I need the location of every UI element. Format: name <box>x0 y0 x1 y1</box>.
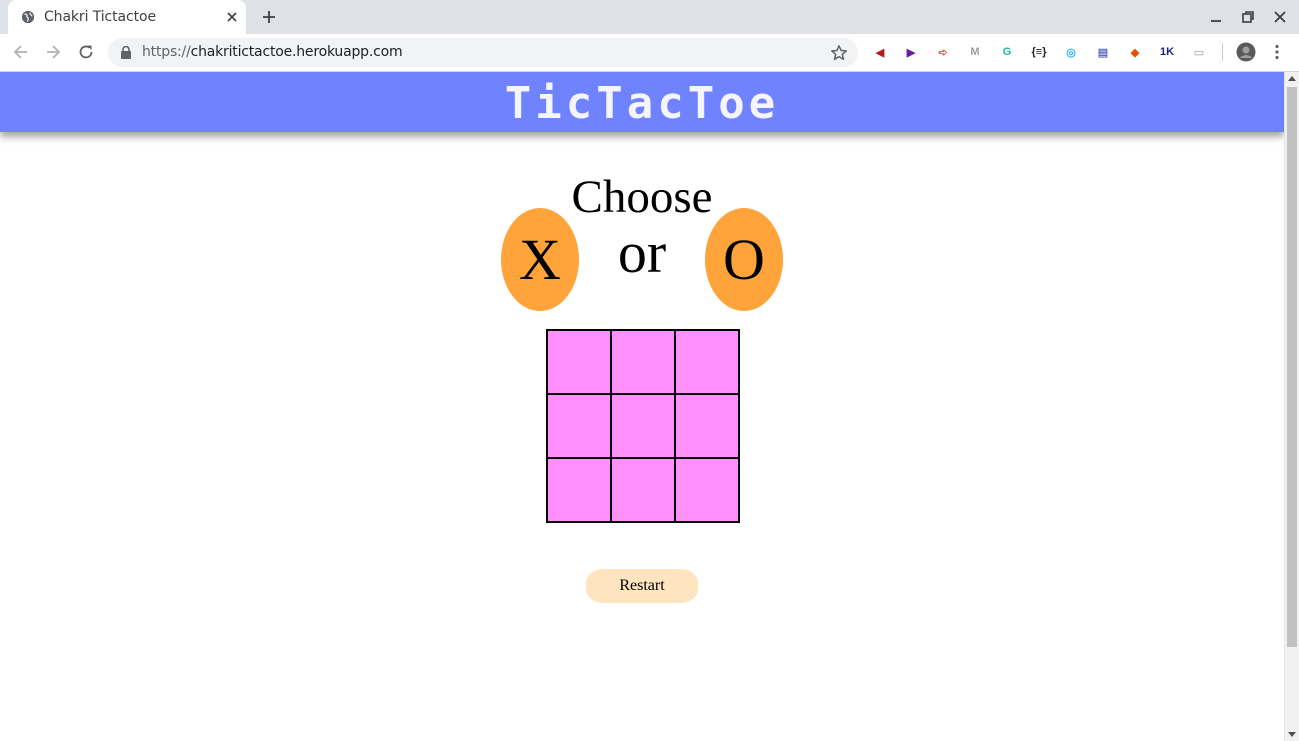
restore-icon[interactable] <box>1240 9 1256 25</box>
close-tab-icon[interactable] <box>224 9 240 25</box>
url-scheme: https:// <box>142 44 191 60</box>
globe-icon <box>21 10 35 24</box>
onek-extension-icon[interactable]: 1K <box>1158 43 1176 61</box>
scroll-thumb[interactable] <box>1287 87 1297 647</box>
board-cell[interactable] <box>547 394 611 458</box>
board-cell[interactable] <box>547 330 611 394</box>
or-label: or <box>617 220 667 285</box>
menu-kebab-icon[interactable] <box>1268 43 1286 61</box>
play-extension-icon[interactable]: ▶ <box>902 43 920 61</box>
audio-extension-icon[interactable]: ◀ <box>871 43 889 61</box>
url-text: https://chakritictactoe.herokuapp.com <box>142 44 403 60</box>
scrollbar[interactable] <box>1284 72 1299 741</box>
cast-extension-icon[interactable]: ➪ <box>934 43 952 61</box>
restart-button[interactable]: Restart <box>586 569 698 603</box>
tab-title: Chakri Tictactoe <box>44 9 156 25</box>
page-viewport: TicTacToe Choose X or O Restart <box>0 72 1284 741</box>
megaphone-extension-icon[interactable]: ◆ <box>1126 43 1144 61</box>
globe-extension-icon[interactable]: ◎ <box>1062 43 1080 61</box>
new-tab-icon[interactable] <box>261 9 277 25</box>
board-cell[interactable] <box>547 458 611 522</box>
browser-tab[interactable]: Chakri Tictactoe <box>8 0 246 34</box>
page-title: TicTacToe <box>504 78 780 129</box>
json-extension-icon[interactable]: {≡} <box>1030 43 1048 61</box>
board-cell[interactable] <box>611 458 675 522</box>
reload-icon[interactable] <box>77 43 95 61</box>
board-cell[interactable] <box>611 394 675 458</box>
minimize-icon[interactable] <box>1208 9 1224 25</box>
note-extension-icon[interactable]: ▤ <box>1094 43 1112 61</box>
page-header: TicTacToe <box>0 72 1284 132</box>
close-window-icon[interactable] <box>1272 9 1288 25</box>
board-cell[interactable] <box>675 330 739 394</box>
choose-label: Choose <box>571 171 713 223</box>
board-cell[interactable] <box>611 330 675 394</box>
back-icon[interactable] <box>12 43 30 61</box>
scroll-up-arrow-icon[interactable] <box>1288 76 1296 81</box>
board-cell[interactable] <box>675 394 739 458</box>
bookmark-star-icon[interactable] <box>830 44 848 62</box>
grammarly-icon[interactable]: G <box>998 43 1016 61</box>
board-cell[interactable] <box>675 458 739 522</box>
address-bar[interactable]: https://chakritictactoe.herokuapp.com <box>108 38 858 67</box>
scroll-down-arrow-icon[interactable] <box>1288 732 1296 737</box>
m-extension-icon[interactable]: M <box>966 43 984 61</box>
blank-extension-icon[interactable]: ▭ <box>1190 43 1208 61</box>
forward-icon[interactable] <box>44 43 62 61</box>
tab-strip: Chakri Tictactoe <box>0 0 1299 34</box>
lock-icon[interactable] <box>120 46 132 59</box>
choose-o-button[interactable]: O <box>705 208 783 311</box>
avatar[interactable] <box>1236 42 1256 62</box>
url-host: chakritictactoe.herokuapp.com <box>190 44 403 60</box>
toolbar-separator <box>1222 43 1223 61</box>
game-board <box>546 329 740 523</box>
